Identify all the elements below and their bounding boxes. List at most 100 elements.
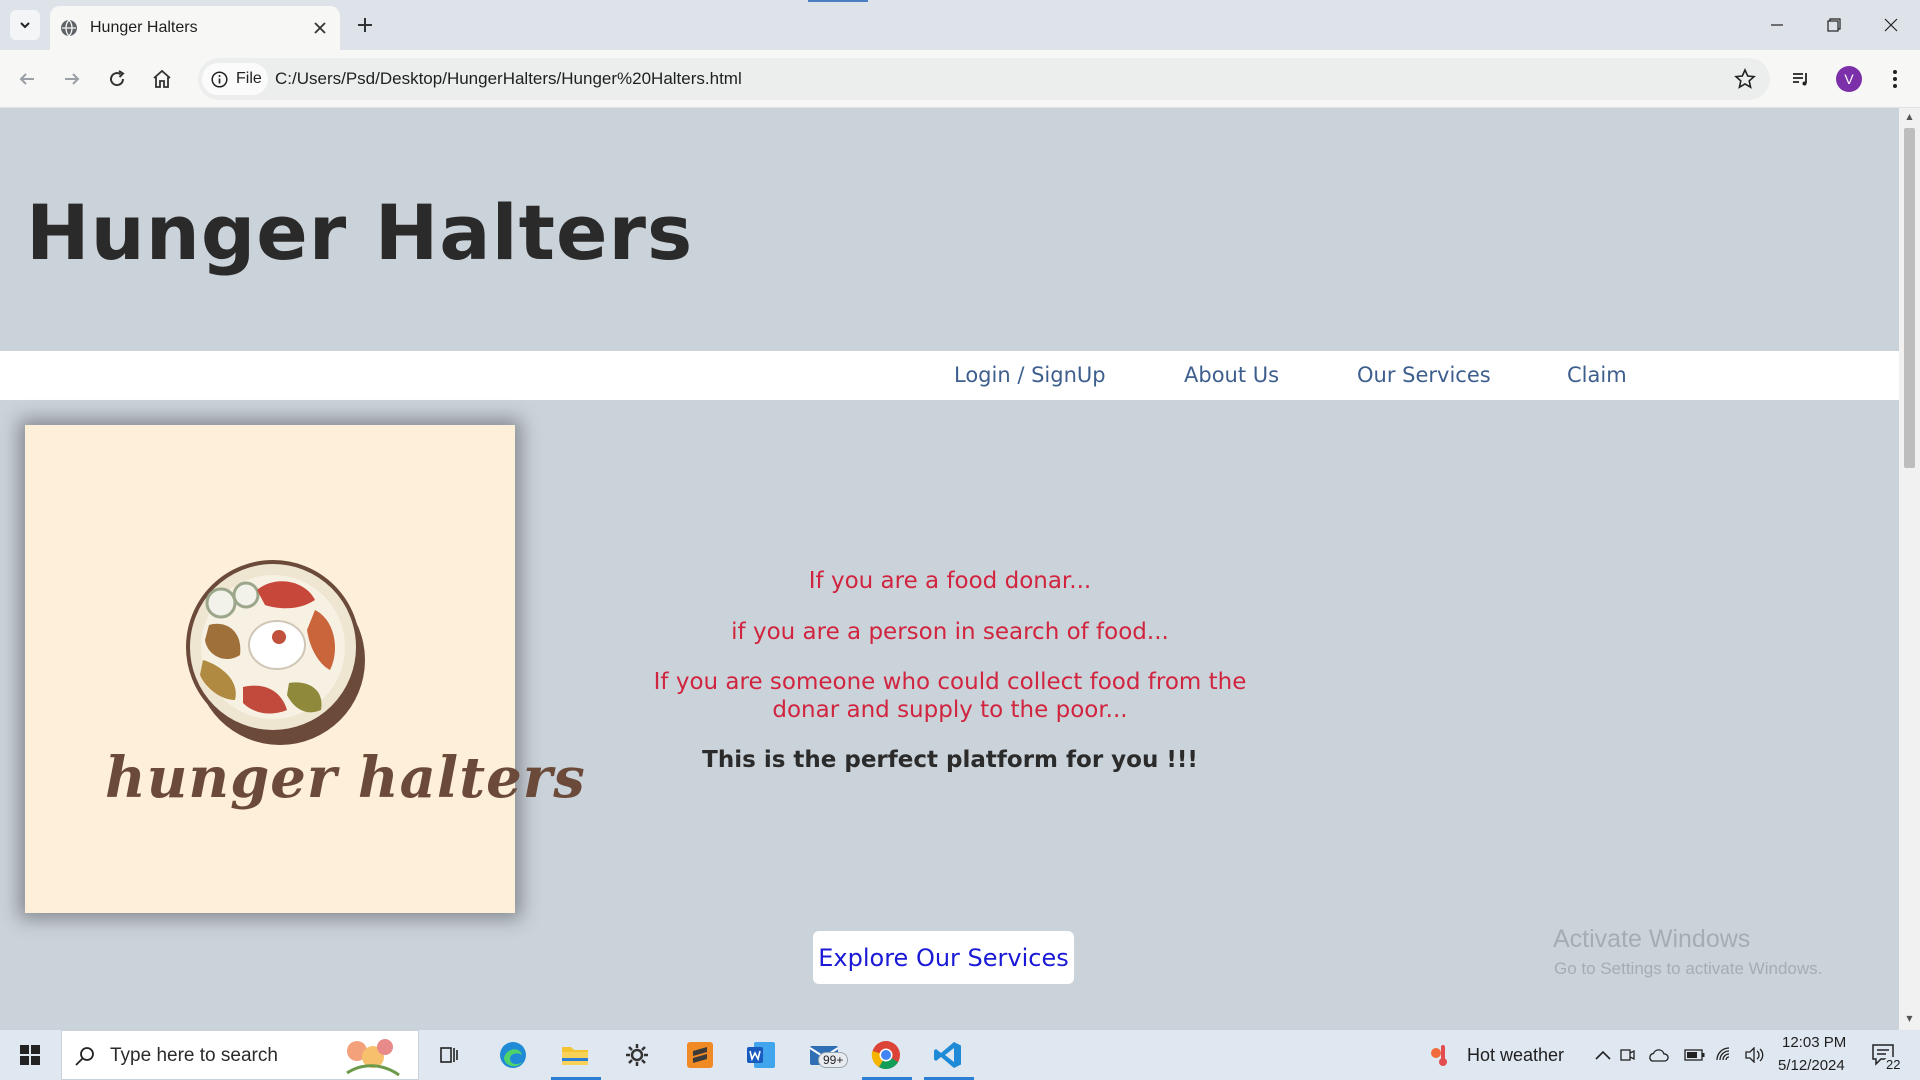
notification-count: 22 <box>1883 1057 1904 1072</box>
windows-logo-icon <box>20 1045 40 1065</box>
taskbar-sublime-text[interactable] <box>682 1037 718 1073</box>
gear-icon <box>626 1044 648 1066</box>
media-controls-button[interactable] <box>1786 64 1816 94</box>
thermometer-icon <box>1431 1045 1447 1066</box>
more-vertical-icon <box>1893 70 1897 88</box>
site-info-chip[interactable]: File <box>202 63 268 95</box>
browser-tab-strip: Hunger Halters <box>0 0 1920 50</box>
camera-icon <box>1620 1049 1635 1061</box>
taskbar-settings[interactable] <box>619 1037 655 1073</box>
logo-card: hunger halters <box>25 425 585 913</box>
tab-title: Hunger Halters <box>90 19 198 36</box>
globe-icon <box>61 19 77 37</box>
restore-button[interactable] <box>1805 0 1863 50</box>
activate-windows-title: Activate Windows <box>1553 925 1751 953</box>
cloud-icon <box>1649 1049 1669 1062</box>
weather-widget-icon[interactable] <box>1422 1037 1458 1073</box>
page-viewport: Hunger Halters Login / SignUp About Us O… <box>0 108 1899 1030</box>
home-icon <box>153 69 171 88</box>
hero-line-seeker: if you are a person in search of food... <box>731 619 1169 645</box>
activate-windows-subtitle: Go to Settings to activate Windows. <box>1554 959 1823 978</box>
volume-button[interactable] <box>1742 1037 1766 1073</box>
scroll-down-arrow-icon[interactable]: ▼ <box>1904 1014 1915 1024</box>
chevron-down-icon <box>20 22 30 29</box>
chrome-icon <box>871 1041 900 1069</box>
page-scrollbar[interactable]: ▲ ▼ <box>1899 108 1920 1030</box>
taskbar-edge[interactable] <box>495 1037 531 1073</box>
start-button[interactable] <box>12 1037 48 1073</box>
taskbar-file-explorer[interactable] <box>557 1037 593 1073</box>
tab-close-button[interactable] <box>310 18 330 38</box>
task-view-icon <box>440 1047 458 1063</box>
logo-wordmark: hunger halters <box>105 745 586 811</box>
nav-link-about-us[interactable]: About Us <box>1184 363 1279 387</box>
arrow-left-icon <box>19 73 34 85</box>
sublime-text-icon <box>687 1042 713 1068</box>
new-tab-button[interactable] <box>352 12 378 38</box>
home-button[interactable] <box>147 64 177 94</box>
scroll-up-arrow-icon[interactable]: ▲ <box>1904 112 1915 122</box>
tab-search-button[interactable] <box>10 10 40 40</box>
battery-button[interactable] <box>1683 1037 1707 1073</box>
site-navbar: Login / SignUp About Us Our Services Cla… <box>0 351 1899 400</box>
reload-button[interactable] <box>102 64 132 94</box>
close-icon <box>1884 18 1898 32</box>
word-icon <box>747 1042 775 1068</box>
clock-time[interactable]: 12:03 PM <box>1782 1034 1846 1051</box>
scroll-thumb[interactable] <box>1904 128 1915 468</box>
taskbar-search-box[interactable]: Type here to search <box>61 1030 419 1080</box>
arrow-right-icon <box>65 73 80 85</box>
url-text[interactable]: C:/Users/Psd/Desktop/HungerHalters/Hunge… <box>275 69 742 89</box>
folder-icon <box>562 1047 588 1065</box>
site-chip-label: File <box>236 70 262 87</box>
hero-line-donor: If you are a food donar... <box>808 568 1092 594</box>
nav-link-login-signup[interactable]: Login / SignUp <box>954 363 1106 387</box>
back-button[interactable] <box>12 64 42 94</box>
hero-line-volunteer-2: donar and supply to the poor... <box>772 697 1128 723</box>
minimize-button[interactable] <box>1748 0 1806 50</box>
bookmark-star-icon[interactable] <box>1734 68 1756 90</box>
battery-icon <box>1684 1049 1705 1061</box>
windows-taskbar: Type here to search 99+ Hot weather 12:0… <box>0 1030 1920 1080</box>
address-bar[interactable]: File C:/Users/Psd/Desktop/HungerHalters/… <box>198 58 1770 100</box>
tab-loading-indicator <box>808 0 868 2</box>
minimize-icon <box>1771 24 1783 26</box>
browser-menu-button[interactable] <box>1880 64 1910 94</box>
weather-text[interactable]: Hot weather <box>1467 1045 1564 1066</box>
taskbar-vscode[interactable] <box>930 1037 966 1073</box>
hero-tagline: This is the perfect platform for you !!! <box>702 747 1198 773</box>
chevron-up-icon <box>1595 1050 1611 1060</box>
mail-badge: 99+ <box>818 1052 849 1068</box>
food-plate-illustration <box>186 560 365 745</box>
restore-icon <box>1827 18 1841 32</box>
search-icon <box>75 1047 94 1066</box>
nav-link-our-services[interactable]: Our Services <box>1357 363 1491 387</box>
task-view-button[interactable] <box>431 1037 467 1073</box>
taskbar-search-placeholder: Type here to search <box>110 1045 278 1066</box>
close-icon <box>314 22 326 34</box>
reload-icon <box>110 70 125 87</box>
clock-date[interactable]: 5/12/2024 <box>1778 1057 1845 1074</box>
wifi-icon <box>1716 1047 1730 1061</box>
speaker-icon <box>1745 1047 1764 1063</box>
search-highlight-flowers-icon <box>346 1039 400 1077</box>
info-icon <box>211 70 228 88</box>
network-button[interactable] <box>1713 1037 1737 1073</box>
site-title: Hunger Halters <box>26 188 694 277</box>
edge-browser-icon <box>500 1042 526 1068</box>
hero-line-volunteer-1: If you are someone who could collect foo… <box>653 669 1247 695</box>
plus-icon <box>358 18 372 32</box>
close-window-button[interactable] <box>1862 0 1920 50</box>
nav-link-claim[interactable]: Claim <box>1567 363 1627 387</box>
forward-button[interactable] <box>57 64 87 94</box>
taskbar-word[interactable] <box>743 1037 779 1073</box>
profile-avatar[interactable]: V <box>1836 66 1862 92</box>
meet-now-button[interactable] <box>1616 1037 1638 1073</box>
onedrive-button[interactable] <box>1646 1037 1670 1073</box>
browser-toolbar: File C:/Users/Psd/Desktop/HungerHalters/… <box>0 50 1920 108</box>
vscode-icon <box>934 1042 961 1068</box>
browser-tab[interactable]: Hunger Halters <box>50 6 340 50</box>
explore-services-button[interactable]: Explore Our Services <box>813 931 1074 984</box>
taskbar-chrome[interactable] <box>868 1037 904 1073</box>
playlist-icon <box>1793 73 1807 86</box>
